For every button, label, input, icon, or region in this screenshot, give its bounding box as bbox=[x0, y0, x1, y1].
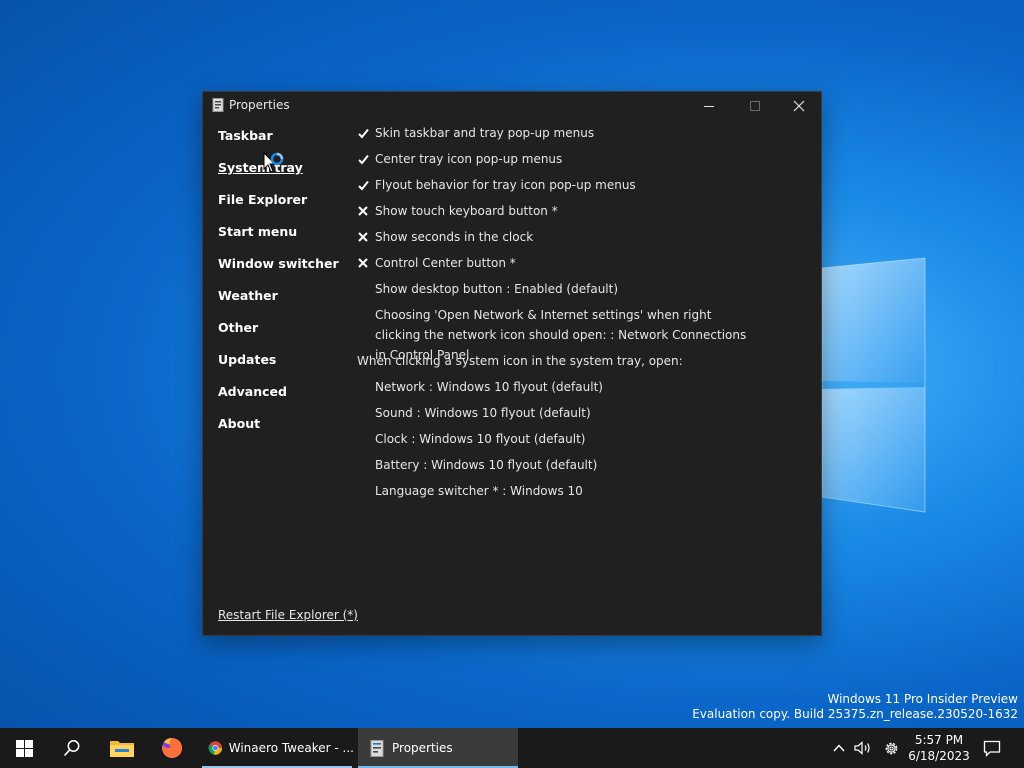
firefox-icon bbox=[162, 737, 183, 758]
properties-app-icon bbox=[212, 98, 224, 112]
sidebar-item-system-tray[interactable]: System tray bbox=[218, 160, 303, 175]
chevron-up-icon bbox=[833, 744, 845, 752]
evaluation-watermark: Windows 11 Pro Insider Preview Evaluatio… bbox=[692, 692, 1018, 722]
check-icon bbox=[357, 178, 369, 192]
sidebar-item-about[interactable]: About bbox=[218, 416, 260, 431]
search-icon bbox=[63, 740, 80, 757]
cross-icon bbox=[357, 230, 369, 244]
clock-time: 5:57 PM bbox=[914, 733, 964, 747]
sidebar-item-updates[interactable]: Updates bbox=[218, 352, 276, 367]
settings-tray-button[interactable] bbox=[878, 728, 904, 768]
close-button[interactable] bbox=[776, 92, 822, 120]
taskbar: Winaero Tweaker - ... Properties 5:57 PM… bbox=[0, 728, 1024, 768]
check-icon bbox=[357, 126, 369, 140]
gear-icon bbox=[885, 742, 897, 754]
volume-button[interactable] bbox=[851, 728, 875, 768]
taskbar-clock[interactable]: 5:57 PM 6/18/2023 bbox=[906, 732, 972, 764]
watermark-build: Evaluation copy. Build 25375.zn_release.… bbox=[692, 707, 1018, 721]
sidebar-item-window-switcher[interactable]: Window switcher bbox=[218, 256, 339, 271]
taskbar-firefox[interactable] bbox=[148, 728, 196, 768]
sidebar-item-advanced[interactable]: Advanced bbox=[218, 384, 287, 399]
properties-app-icon bbox=[370, 739, 384, 757]
properties-window: Properties Taskbar System tray File Expl… bbox=[202, 91, 822, 636]
folder-icon bbox=[110, 741, 134, 757]
cross-icon bbox=[357, 256, 369, 270]
notification-icon bbox=[983, 740, 1001, 757]
minimize-icon bbox=[704, 106, 714, 107]
sidebar-item-start-menu[interactable]: Start menu bbox=[218, 224, 297, 239]
window-title: Properties bbox=[229, 98, 290, 112]
sidebar-item-taskbar[interactable]: Taskbar bbox=[218, 128, 273, 143]
taskbar-file-explorer[interactable] bbox=[98, 728, 146, 768]
taskbar-properties[interactable]: Properties bbox=[358, 728, 518, 768]
windows-logo-icon bbox=[15, 739, 33, 757]
show-hidden-icons-button[interactable] bbox=[828, 728, 850, 768]
close-icon bbox=[793, 100, 805, 112]
taskbar-chrome-label: Winaero Tweaker - ... bbox=[228, 741, 354, 755]
title-bar[interactable]: Properties bbox=[203, 92, 821, 120]
check-icon bbox=[357, 152, 369, 166]
start-button[interactable] bbox=[0, 728, 48, 768]
speaker-icon bbox=[854, 741, 870, 755]
notifications-button[interactable] bbox=[978, 728, 1006, 768]
watermark-edition: Windows 11 Pro Insider Preview bbox=[827, 692, 1018, 706]
clock-date: 6/18/2023 bbox=[908, 749, 970, 763]
minimize-button[interactable] bbox=[686, 92, 732, 120]
taskbar-properties-label: Properties bbox=[392, 741, 453, 755]
chrome-icon bbox=[208, 741, 223, 755]
sidebar-item-weather[interactable]: Weather bbox=[218, 288, 278, 303]
search-button[interactable] bbox=[48, 728, 96, 768]
maximize-button[interactable] bbox=[732, 92, 778, 120]
restart-explorer-link[interactable]: Restart File Explorer (*) bbox=[218, 608, 358, 622]
sidebar-item-other[interactable]: Other bbox=[218, 320, 258, 335]
maximize-icon bbox=[750, 101, 760, 111]
taskbar-chrome[interactable]: Winaero Tweaker - ... bbox=[200, 728, 354, 768]
cross-icon bbox=[357, 204, 369, 218]
sidebar-item-file-explorer[interactable]: File Explorer bbox=[218, 192, 307, 207]
